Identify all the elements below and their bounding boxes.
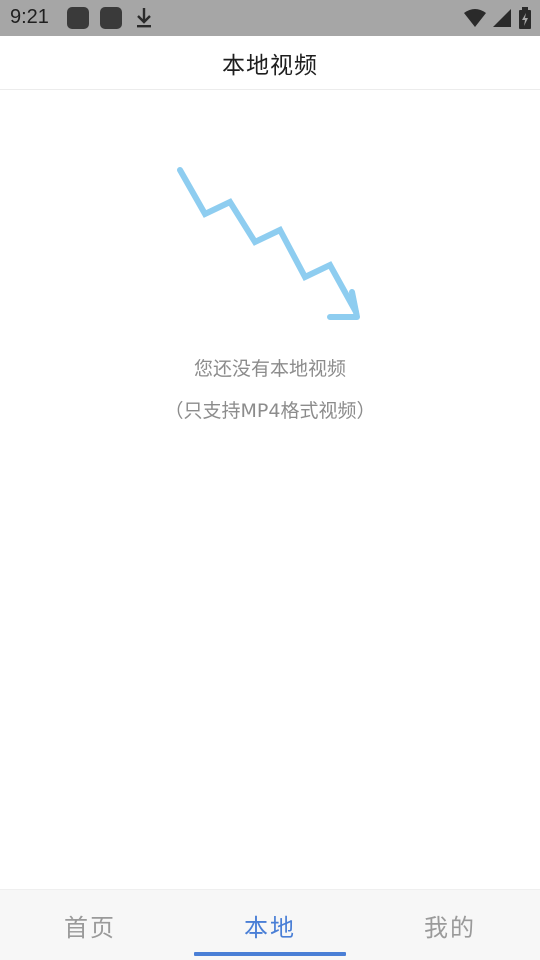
app-notification-icon <box>67 7 89 29</box>
app-header: 本地视频 <box>0 36 540 90</box>
signal-icon <box>493 9 511 27</box>
wifi-icon <box>464 9 486 27</box>
active-tab-indicator <box>194 952 346 956</box>
tab-home[interactable]: 首页 <box>0 890 180 960</box>
tab-local[interactable]: 本地 <box>180 890 360 960</box>
arrow-down-zigzag-icon <box>177 167 360 320</box>
battery-icon <box>519 7 531 29</box>
page-title: 本地视频 <box>222 52 318 79</box>
empty-state-subtitle: （只支持MP4格式视频） <box>164 400 376 422</box>
empty-state-title: 您还没有本地视频 <box>193 358 346 380</box>
tab-mine-label: 我的 <box>424 913 476 942</box>
status-time: 9:21 <box>10 6 49 28</box>
tab-local-label: 本地 <box>244 913 296 942</box>
app-notification-icon <box>100 7 122 29</box>
tab-home-label: 首页 <box>64 913 116 942</box>
status-indicators <box>464 6 532 30</box>
tab-mine[interactable]: 我的 <box>360 890 540 960</box>
download-icon <box>137 8 151 28</box>
status-bar: 9:21 <box>0 0 540 36</box>
bottom-nav: 首页 本地 我的 <box>0 889 540 960</box>
